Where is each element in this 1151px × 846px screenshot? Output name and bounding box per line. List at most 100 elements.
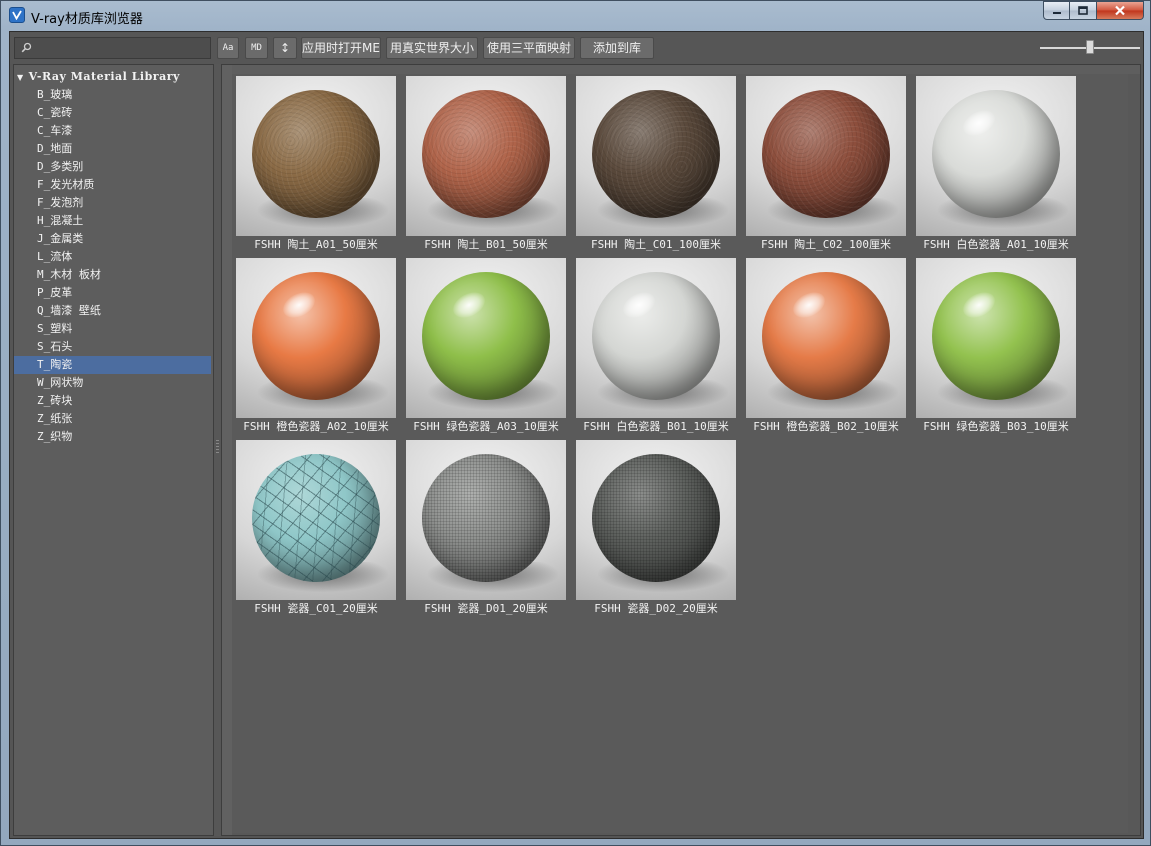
- material-preview[interactable]: [236, 258, 396, 418]
- tree-item[interactable]: M_木材 板材: [14, 266, 211, 284]
- material-label: FSHH 瓷器_D01_20厘米: [424, 602, 548, 615]
- title-bar[interactable]: V-ray材质库浏览器: [1, 1, 1150, 30]
- tree-item[interactable]: C_瓷砖: [14, 104, 211, 122]
- expand-caret-icon[interactable]: ▼: [17, 73, 24, 82]
- minimize-icon: [1052, 11, 1061, 14]
- material-preview[interactable]: [576, 440, 736, 600]
- app-window: V-ray材质库浏览器 Aa MD ↕ 应用时打开ME 用真实世界大小 使用三平…: [0, 0, 1151, 846]
- material-label: FSHH 陶土_C01_100厘米: [590, 238, 722, 251]
- tree-item[interactable]: B_玻璃: [14, 86, 211, 104]
- material-sphere: [592, 272, 720, 400]
- material-preview[interactable]: [576, 258, 736, 418]
- material-preview[interactable]: [406, 440, 566, 600]
- category-list: B_玻璃 C_瓷砖 C_车漆 D_地面 D_多类别 F_发光材质 F_发泡剂 H_混凝土 J_金…: [14, 86, 213, 446]
- tree-root-label: V-Ray Material Library: [28, 70, 180, 83]
- close-button[interactable]: [1097, 1, 1144, 20]
- apply-open-me-button[interactable]: 应用时打开ME: [301, 37, 381, 59]
- material-preview[interactable]: [406, 76, 566, 236]
- material-sphere: [252, 90, 380, 218]
- tree-item[interactable]: S_石头: [14, 338, 211, 356]
- tree-item[interactable]: C_车漆: [14, 122, 211, 140]
- tree-item[interactable]: J_金属类: [14, 230, 211, 248]
- tree-item[interactable]: T_陶瓷: [14, 356, 211, 374]
- material-preview[interactable]: [746, 258, 906, 418]
- material-preview[interactable]: [746, 76, 906, 236]
- triplanar-mapping-button[interactable]: 使用三平面映射: [483, 37, 575, 59]
- tree-item[interactable]: H_混凝土: [14, 212, 211, 230]
- md-toggle-button[interactable]: MD: [245, 37, 268, 59]
- material-tile[interactable]: FSHH 橙色瓷器_B02_10厘米: [746, 258, 906, 436]
- minimize-button[interactable]: [1043, 1, 1070, 20]
- material-sphere: [592, 454, 720, 582]
- material-tile[interactable]: FSHH 白色瓷器_B01_10厘米: [576, 258, 736, 436]
- material-label: FSHH 陶土_A01_50厘米: [254, 238, 378, 251]
- material-preview[interactable]: [576, 76, 736, 236]
- material-label: FSHH 绿色瓷器_A03_10厘米: [413, 420, 559, 433]
- material-sphere: [252, 272, 380, 400]
- real-world-size-button[interactable]: 用真实世界大小: [386, 37, 478, 59]
- window-title: V-ray材质库浏览器: [31, 12, 143, 27]
- material-label: FSHH 白色瓷器_B01_10厘米: [583, 420, 729, 433]
- tree-item[interactable]: F_发光材质: [14, 176, 211, 194]
- slider-handle[interactable]: [1086, 40, 1094, 54]
- material-sphere: [252, 454, 380, 582]
- material-tile[interactable]: FSHH 陶土_B01_50厘米: [406, 76, 566, 254]
- tree-item[interactable]: P_皮革: [14, 284, 211, 302]
- tree-item[interactable]: W_网状物: [14, 374, 211, 392]
- browser-client-area: Aa MD ↕ 应用时打开ME 用真实世界大小 使用三平面映射 添加到库 ▼ V-…: [9, 31, 1144, 839]
- material-preview[interactable]: [236, 76, 396, 236]
- tree-item[interactable]: L_流体: [14, 248, 211, 266]
- material-sphere: [422, 454, 550, 582]
- material-tile[interactable]: FSHH 瓷器_D02_20厘米: [576, 440, 736, 618]
- material-sphere: [932, 90, 1060, 218]
- material-sphere: [422, 272, 550, 400]
- material-sphere: [762, 90, 890, 218]
- window-controls: [1043, 1, 1144, 21]
- font-toggle-button[interactable]: Aa: [217, 37, 239, 59]
- tree-item[interactable]: Q_墙漆 壁纸: [14, 302, 211, 320]
- vray-app-icon: [9, 7, 25, 23]
- material-preview[interactable]: [916, 76, 1076, 236]
- tree-item[interactable]: Z_织物: [14, 428, 211, 446]
- tree-item[interactable]: F_发泡剂: [14, 194, 211, 212]
- material-tile[interactable]: FSHH 瓷器_C01_20厘米: [236, 440, 396, 618]
- tree-item[interactable]: Z_砖块: [14, 392, 211, 410]
- grid-margin: [222, 65, 232, 835]
- material-label: FSHH 瓷器_C01_20厘米: [254, 602, 378, 615]
- grid-margin-top: [232, 65, 1140, 74]
- search-icon: [21, 42, 32, 53]
- material-preview[interactable]: [406, 258, 566, 418]
- tree-item[interactable]: D_多类别: [14, 158, 211, 176]
- toolbar: Aa MD ↕ 应用时打开ME 用真实世界大小 使用三平面映射 添加到库: [10, 32, 1143, 64]
- add-to-library-button[interactable]: 添加到库: [580, 37, 654, 59]
- material-sphere: [422, 90, 550, 218]
- material-tile[interactable]: FSHH 陶土_A01_50厘米: [236, 76, 396, 254]
- material-preview[interactable]: [916, 258, 1076, 418]
- material-tile[interactable]: FSHH 绿色瓷器_A03_10厘米: [406, 258, 566, 436]
- material-label: FSHH 陶土_B01_50厘米: [424, 238, 548, 251]
- search-input[interactable]: [37, 39, 209, 59]
- material-label: FSHH 橙色瓷器_A02_10厘米: [243, 420, 389, 433]
- material-tile[interactable]: FSHH 陶土_C01_100厘米: [576, 76, 736, 254]
- material-tile[interactable]: FSHH 绿色瓷器_B03_10厘米: [916, 258, 1076, 436]
- tree-item[interactable]: D_地面: [14, 140, 211, 158]
- tree-item[interactable]: Z_纸张: [14, 410, 211, 428]
- material-sphere: [592, 90, 720, 218]
- maximize-button[interactable]: [1070, 1, 1097, 20]
- thumbnail-size-slider[interactable]: [1040, 40, 1142, 56]
- material-tile[interactable]: FSHH 瓷器_D01_20厘米: [406, 440, 566, 618]
- tree-root[interactable]: ▼ V-Ray Material Library: [17, 68, 180, 86]
- material-label: FSHH 陶土_C02_100厘米: [760, 238, 892, 251]
- tree-item[interactable]: S_塑料: [14, 320, 211, 338]
- splitter-grip-icon[interactable]: [216, 440, 219, 454]
- material-tile[interactable]: FSHH 陶土_C02_100厘米: [746, 76, 906, 254]
- material-tile[interactable]: FSHH 橙色瓷器_A02_10厘米: [236, 258, 396, 436]
- material-preview[interactable]: [236, 440, 396, 600]
- sort-button[interactable]: ↕: [273, 37, 297, 59]
- panel-splitter[interactable]: [214, 64, 221, 836]
- search-box[interactable]: [14, 37, 211, 59]
- material-tile[interactable]: FSHH 白色瓷器_A01_10厘米: [916, 76, 1076, 254]
- material-label: FSHH 白色瓷器_A01_10厘米: [923, 238, 1069, 251]
- category-tree: ▼ V-Ray Material Library B_玻璃 C_瓷砖 C_车漆 D_地面…: [13, 64, 214, 836]
- material-label: FSHH 绿色瓷器_B03_10厘米: [923, 420, 1069, 433]
